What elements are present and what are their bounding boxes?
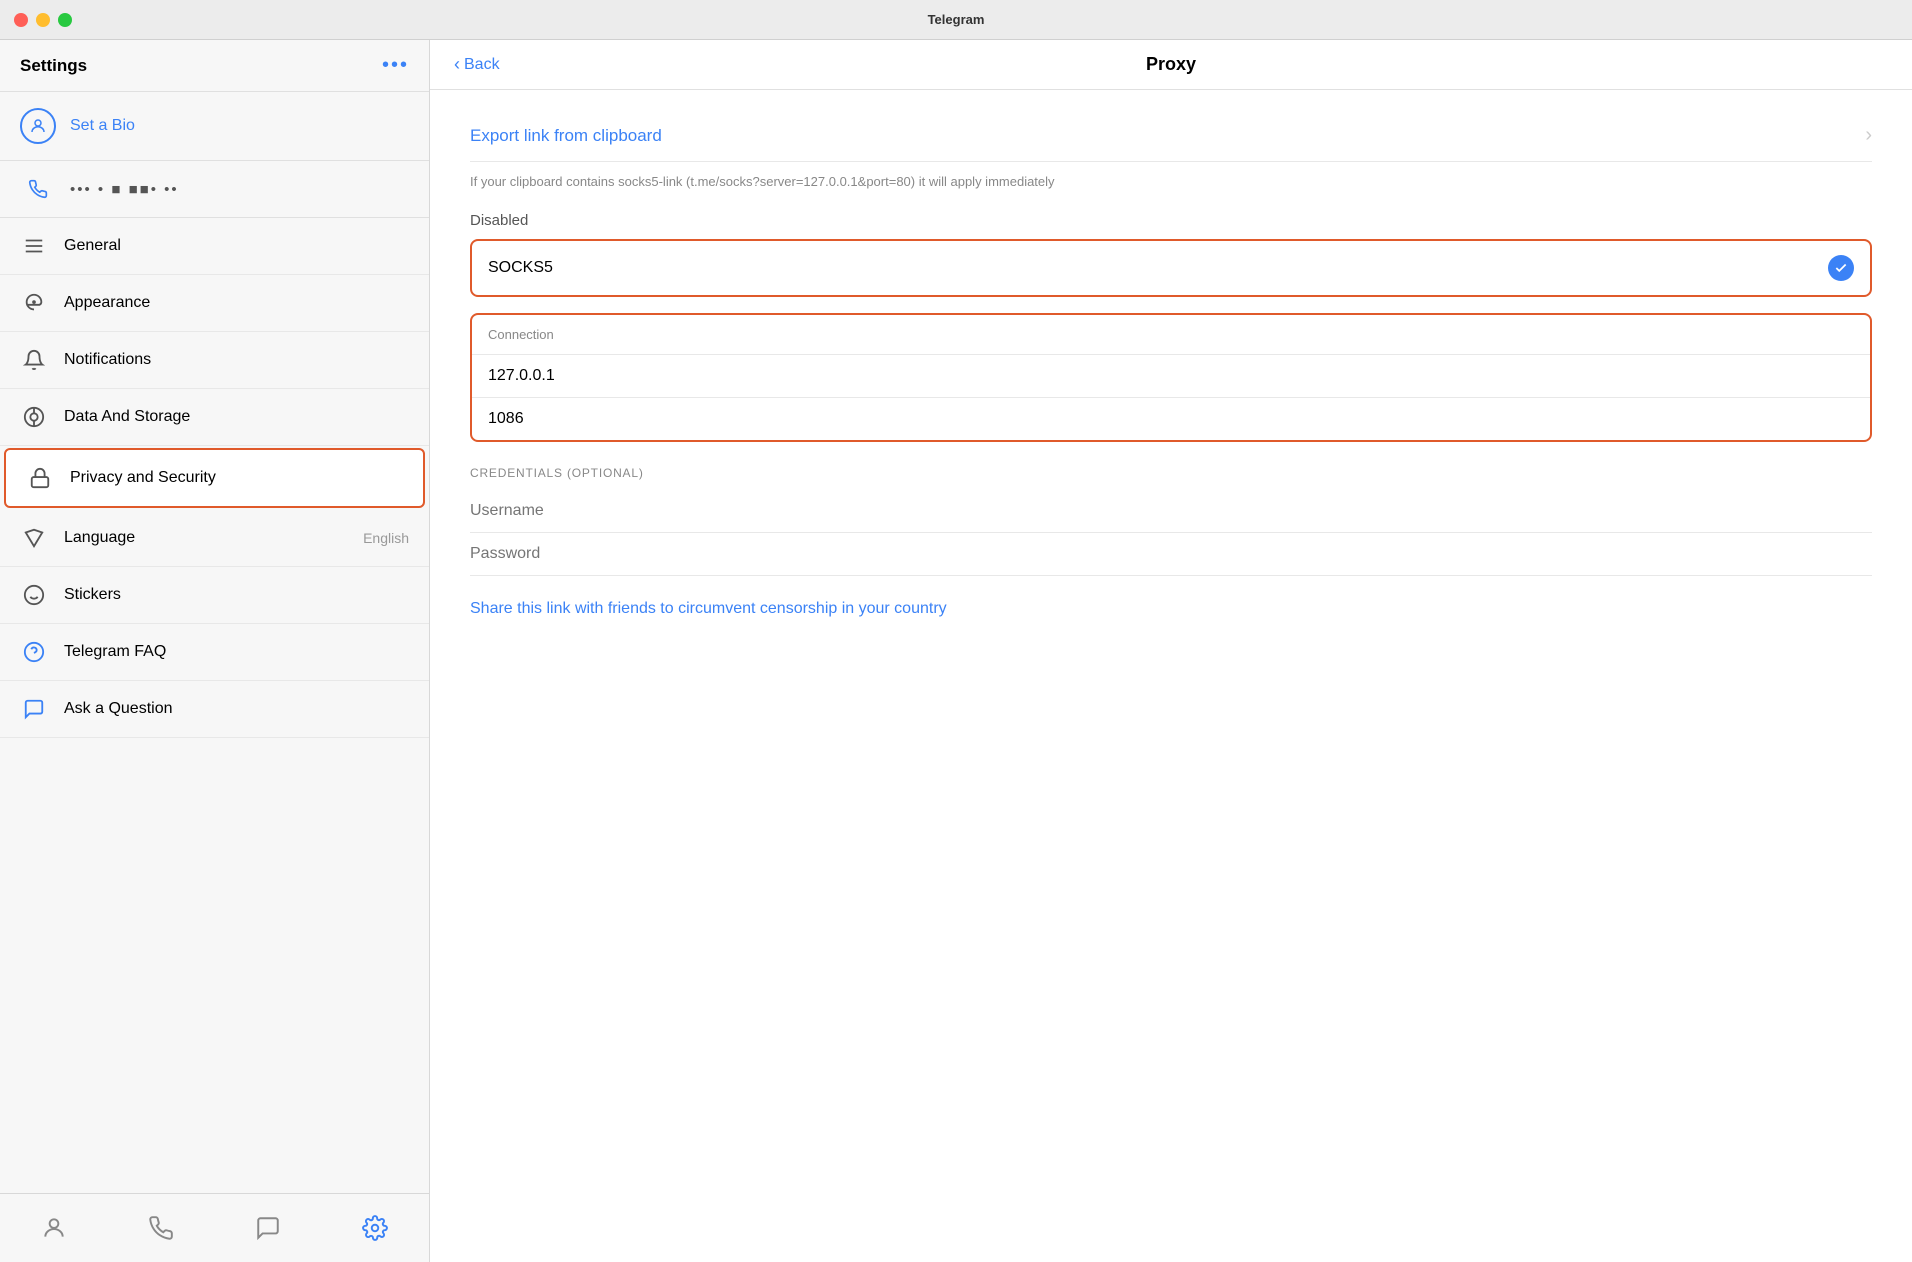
faq-label: Telegram FAQ bbox=[64, 643, 409, 661]
notifications-icon bbox=[20, 346, 48, 374]
export-link-label: Export link from clipboard bbox=[470, 126, 662, 146]
connection-port[interactable]: 1086 bbox=[472, 398, 1870, 440]
nav-list: General Appearance bbox=[0, 218, 429, 738]
back-button[interactable]: ‹ Back bbox=[454, 54, 500, 75]
privacy-security-icon bbox=[26, 464, 54, 492]
sidebar-item-privacy-security[interactable]: Privacy and Security bbox=[4, 448, 425, 508]
window-controls[interactable] bbox=[14, 13, 72, 27]
bottom-nav-contacts[interactable] bbox=[34, 1208, 74, 1248]
proxy-type-label: SOCKS5 bbox=[488, 259, 553, 277]
sidebar-item-stickers[interactable]: Stickers bbox=[0, 567, 429, 624]
export-link-row[interactable]: Export link from clipboard › bbox=[470, 110, 1872, 162]
more-options-button[interactable]: ••• bbox=[382, 54, 409, 77]
sidebar: Settings ••• Set a Bio ••• • ■ ■■• •• bbox=[0, 40, 430, 1262]
phone-row[interactable]: ••• • ■ ■■• •• bbox=[0, 161, 429, 218]
share-link[interactable]: Share this link with friends to circumve… bbox=[470, 600, 1872, 618]
username-input[interactable] bbox=[470, 502, 1872, 520]
page-title: Proxy bbox=[1146, 54, 1196, 75]
content-area: Export link from clipboard › If your cli… bbox=[430, 90, 1912, 1262]
window-title: Telegram bbox=[928, 12, 985, 27]
sidebar-header: Settings ••• bbox=[0, 40, 429, 92]
sidebar-item-faq[interactable]: Telegram FAQ bbox=[0, 624, 429, 681]
phone-number: ••• • ■ ■■• •• bbox=[70, 181, 179, 198]
back-label: Back bbox=[464, 56, 500, 74]
sidebar-title: Settings bbox=[20, 56, 87, 76]
sidebar-item-notifications[interactable]: Notifications bbox=[0, 332, 429, 389]
password-row[interactable] bbox=[470, 533, 1872, 576]
bottom-nav-settings[interactable] bbox=[355, 1208, 395, 1248]
connection-header: Connection bbox=[472, 315, 1870, 355]
connection-server[interactable]: 127.0.0.1 bbox=[472, 355, 1870, 398]
proxy-type-box[interactable]: SOCKS5 bbox=[470, 239, 1872, 297]
faq-icon bbox=[20, 638, 48, 666]
bio-icon bbox=[20, 108, 56, 144]
general-icon bbox=[20, 232, 48, 260]
sidebar-item-ask-question[interactable]: Ask a Question bbox=[0, 681, 429, 738]
ask-question-label: Ask a Question bbox=[64, 700, 409, 718]
language-label: Language bbox=[64, 529, 347, 547]
maximize-button[interactable] bbox=[58, 13, 72, 27]
selected-check-icon bbox=[1828, 255, 1854, 281]
ask-question-icon bbox=[20, 695, 48, 723]
data-storage-icon bbox=[20, 403, 48, 431]
stickers-icon bbox=[20, 581, 48, 609]
username-row[interactable] bbox=[470, 490, 1872, 533]
minimize-button[interactable] bbox=[36, 13, 50, 27]
chevron-left-icon: ‹ bbox=[454, 54, 460, 75]
sidebar-item-appearance[interactable]: Appearance bbox=[0, 275, 429, 332]
titlebar: Telegram bbox=[0, 0, 1912, 40]
appearance-icon bbox=[20, 289, 48, 317]
appearance-label: Appearance bbox=[64, 294, 409, 312]
phone-icon bbox=[20, 171, 56, 207]
sidebar-item-language[interactable]: Language English bbox=[0, 510, 429, 567]
chevron-right-icon: › bbox=[1865, 124, 1872, 147]
main-header: ‹ Back Proxy bbox=[430, 40, 1912, 90]
privacy-security-label: Privacy and Security bbox=[70, 469, 403, 487]
close-button[interactable] bbox=[14, 13, 28, 27]
credentials-label: CREDENTIALS (OPTIONAL) bbox=[470, 466, 1872, 480]
main-content: ‹ Back Proxy Export link from clipboard … bbox=[430, 40, 1912, 1262]
password-input[interactable] bbox=[470, 545, 1872, 563]
disabled-label: Disabled bbox=[470, 212, 1872, 229]
connection-box: Connection 127.0.0.1 1086 bbox=[470, 313, 1872, 442]
stickers-label: Stickers bbox=[64, 586, 409, 604]
language-value: English bbox=[363, 530, 409, 546]
bottom-nav-calls[interactable] bbox=[141, 1208, 181, 1248]
language-icon bbox=[20, 524, 48, 552]
general-label: General bbox=[64, 237, 409, 255]
app-container: Settings ••• Set a Bio ••• • ■ ■■• •• bbox=[0, 40, 1912, 1262]
sidebar-item-general[interactable]: General bbox=[0, 218, 429, 275]
bio-label: Set a Bio bbox=[70, 117, 135, 135]
bottom-nav-chats[interactable] bbox=[248, 1208, 288, 1248]
set-bio-row[interactable]: Set a Bio bbox=[0, 92, 429, 161]
notifications-label: Notifications bbox=[64, 351, 409, 369]
data-storage-label: Data And Storage bbox=[64, 408, 409, 426]
sidebar-item-data-storage[interactable]: Data And Storage bbox=[0, 389, 429, 446]
bottom-nav bbox=[0, 1193, 429, 1262]
export-description: If your clipboard contains socks5-link (… bbox=[470, 162, 1872, 212]
